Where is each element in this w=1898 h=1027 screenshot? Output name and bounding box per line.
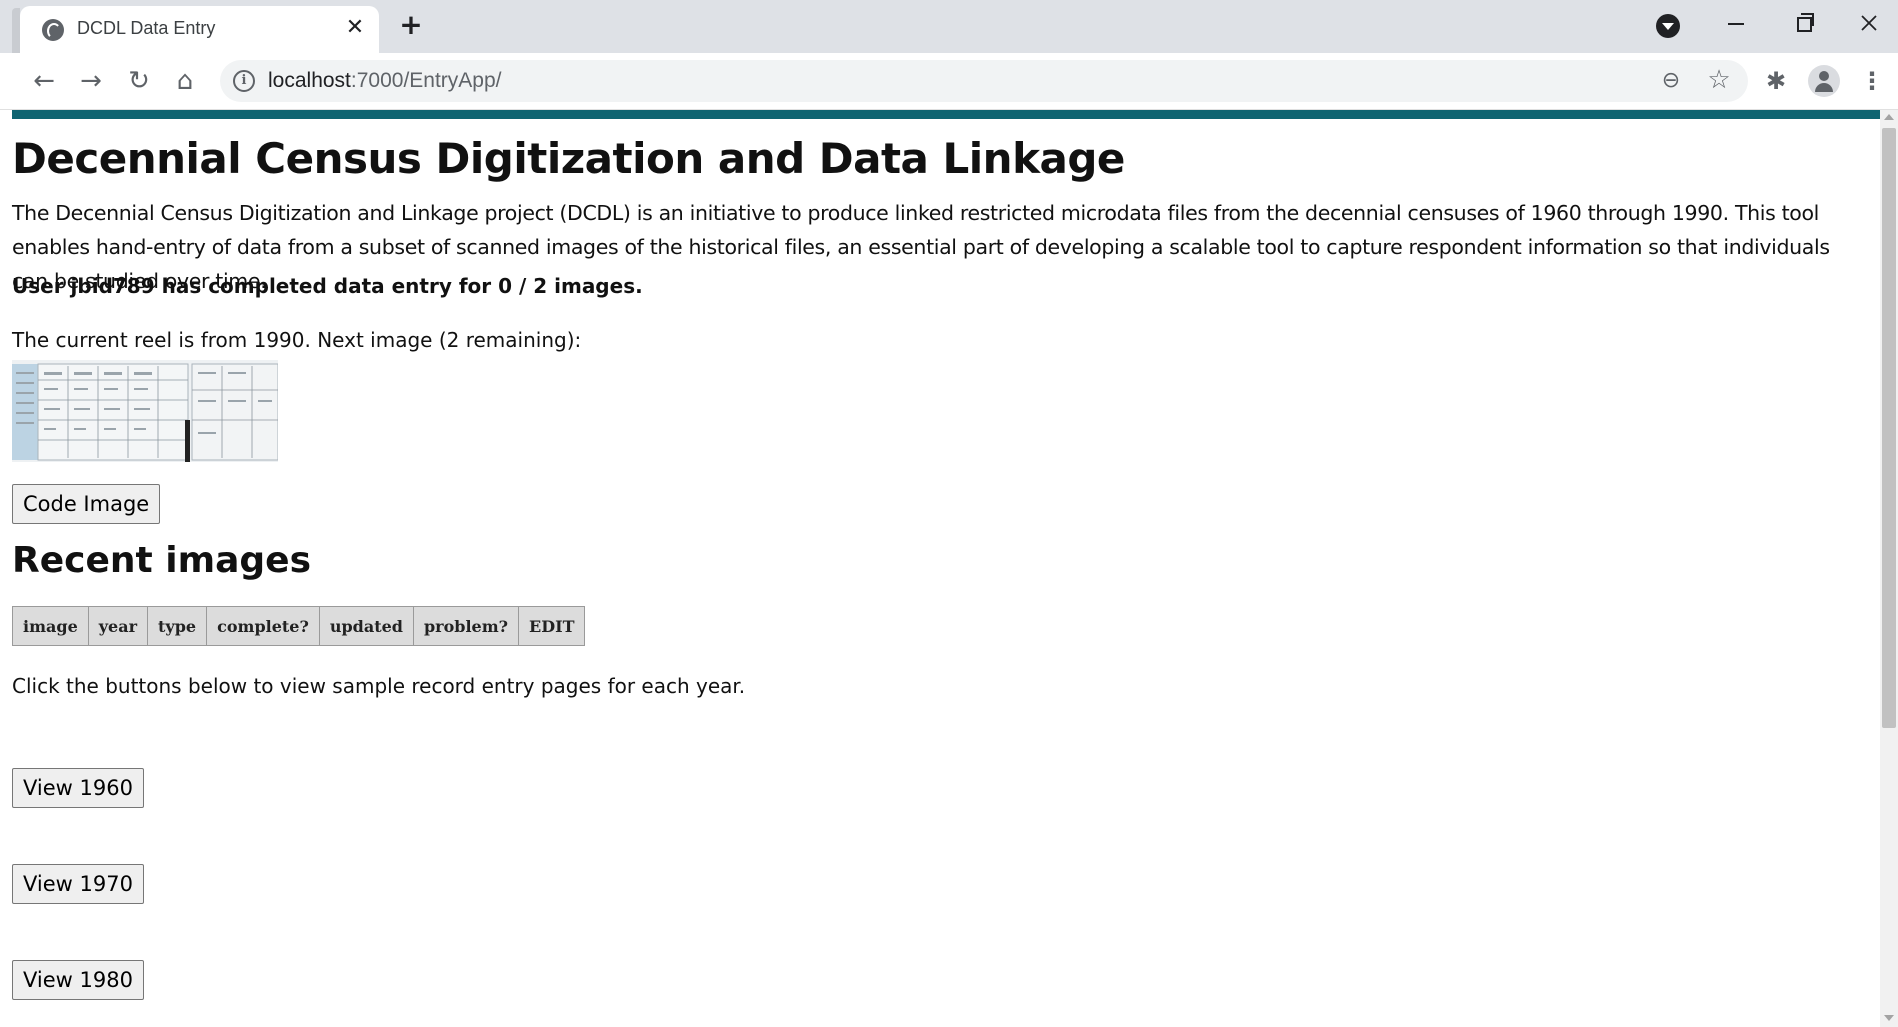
column-header-complete[interactable]: complete? — [206, 606, 320, 646]
puzzle-extension-icon[interactable]: ✱ — [1762, 67, 1790, 95]
scroll-up-arrow-icon[interactable] — [1884, 114, 1894, 120]
tab-title: DCDL Data Entry — [77, 18, 216, 38]
column-header-type[interactable]: type — [147, 606, 208, 646]
kebab-menu-icon[interactable]: ⋮ — [1860, 65, 1884, 97]
column-header-image[interactable]: image — [12, 606, 89, 646]
star-icon[interactable]: ☆ — [1705, 66, 1733, 94]
url-text[interactable]: localhost:7000/EntryApp/ — [268, 69, 502, 93]
column-header-year[interactable]: year — [87, 606, 149, 646]
minimize-window-button[interactable] — [1712, 6, 1758, 40]
view-1970-button[interactable]: View 1970 — [12, 864, 144, 904]
recent-images-heading: Recent images — [12, 540, 312, 581]
view-1980-button[interactable]: View 1980 — [12, 960, 144, 1000]
scroll-down-arrow-icon[interactable] — [1884, 1015, 1894, 1021]
inactive-tab-edge[interactable] — [12, 8, 20, 53]
profile-icon[interactable] — [1808, 65, 1840, 97]
reel-info: The current reel is from 1990. Next imag… — [12, 328, 582, 352]
close-window-button[interactable] — [1846, 6, 1892, 40]
header-accent-bar — [12, 110, 1880, 119]
restore-window-button[interactable] — [1780, 6, 1826, 40]
info-icon[interactable]: i — [233, 70, 255, 92]
completion-status: User jbid789 has completed data entry fo… — [12, 274, 643, 298]
page-title: Decennial Census Digitization and Data L… — [12, 134, 1125, 183]
tabstrip-gap — [0, 0, 12, 53]
url-path: :7000/EntryApp/ — [350, 69, 502, 92]
page-viewport: Decennial Census Digitization and Data L… — [0, 110, 1880, 1027]
table-header-row: image year type complete? updated proble… — [12, 606, 586, 646]
recent-images-table: image year type complete? updated proble… — [12, 606, 586, 646]
browser-toolbar: ← → ↻ ⌂ i localhost:7000/EntryApp/ ⊖ ☆ ✱… — [0, 53, 1898, 110]
column-header-problem[interactable]: problem? — [412, 606, 520, 646]
forward-arrow-icon[interactable]: → — [75, 65, 107, 97]
browser-tab-active[interactable]: DCDL Data Entry ✕ — [20, 6, 379, 53]
column-header-updated[interactable]: updated — [318, 606, 414, 646]
scrollbar-thumb[interactable] — [1882, 128, 1896, 728]
tab-search-icon[interactable] — [1656, 14, 1680, 38]
back-arrow-icon[interactable]: ← — [28, 65, 60, 97]
helper-text: Click the buttons below to view sample r… — [12, 674, 746, 698]
zoom-out-icon[interactable]: ⊖ — [1658, 68, 1684, 94]
column-header-edit[interactable]: EDIT — [518, 606, 586, 646]
code-image-button[interactable]: Code Image — [12, 484, 161, 524]
reload-icon[interactable]: ↻ — [123, 65, 155, 97]
page-scrollbar[interactable] — [1880, 110, 1898, 1027]
url-host: localhost — [268, 69, 351, 92]
address-bar[interactable]: i localhost:7000/EntryApp/ ⊖ ☆ — [220, 60, 1748, 102]
home-icon[interactable]: ⌂ — [169, 65, 201, 97]
view-1960-button[interactable]: View 1960 — [12, 768, 144, 808]
new-tab-button[interactable]: + — [396, 10, 426, 40]
close-icon — [1861, 15, 1877, 31]
next-image-thumbnail[interactable] — [12, 360, 278, 462]
globe-icon — [42, 19, 64, 41]
close-tab-icon[interactable]: ✕ — [342, 15, 368, 41]
browser-tabstrip: DCDL Data Entry ✕ + — [0, 0, 1898, 53]
